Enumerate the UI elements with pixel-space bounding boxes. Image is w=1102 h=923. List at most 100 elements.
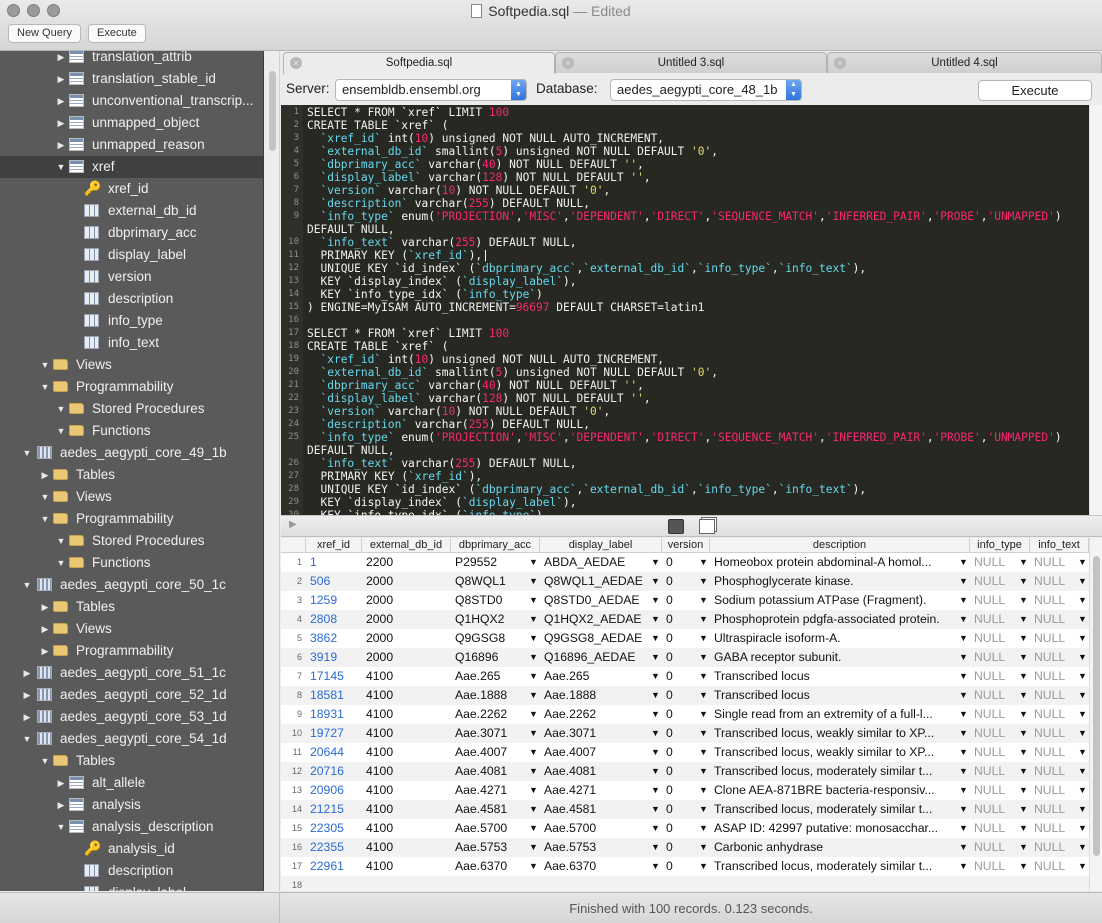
table-row[interactable]: 11 20644 4100 Aae.4007 ▼ Aae.4007 ▼ 0 ▼ Transcrib… (281, 743, 1089, 762)
table-cell[interactable]: 22961 (306, 857, 362, 876)
cell-dropdown-icon[interactable]: ▼ (1078, 553, 1087, 572)
table-cell[interactable]: 0 (662, 629, 698, 648)
table-row[interactable]: 13 20906 4100 Aae.4271 ▼ Aae.4271 ▼ 0 ▼ Clone AEA… (281, 781, 1089, 800)
tree-item[interactable]: version (0, 266, 263, 288)
table-cell[interactable]: NULL (970, 572, 1018, 591)
cell-dropdown-icon[interactable]: ▼ (1078, 762, 1087, 781)
tree-item[interactable]: ▶ Programmability (0, 640, 263, 662)
table-row[interactable]: 17 22961 4100 Aae.6370 ▼ Aae.6370 ▼ 0 ▼ Transcrib… (281, 857, 1089, 876)
sql-editor[interactable]: 1 SELECT * FROM `xref` LIMIT 100 2 CREATE T… (281, 105, 1089, 515)
disclosure-closed-icon[interactable]: ▶ (56, 772, 66, 794)
code-line[interactable]: 19 `xref_id` int(10) unsigned NOT NULL A… (281, 353, 1089, 366)
table-cell[interactable]: 2000 (362, 591, 451, 610)
cell-dropdown-icon[interactable]: ▼ (651, 705, 660, 724)
table-cell[interactable]: NULL (970, 667, 1018, 686)
disclosure-closed-icon[interactable]: ▶ (40, 596, 50, 618)
table-row[interactable]: 18 (281, 876, 1089, 891)
code-line[interactable]: 1 SELECT * FROM `xref` LIMIT 100 (281, 106, 1089, 119)
table-cell[interactable]: 4100 (362, 667, 451, 686)
cell-dropdown-icon[interactable]: ▼ (651, 667, 660, 686)
code-line[interactable]: 2 CREATE TABLE `xref` ( (281, 119, 1089, 132)
cell-dropdown-icon[interactable]: ▼ (651, 819, 660, 838)
tree-item[interactable]: ▼ Views (0, 354, 263, 376)
disclosure-open-icon[interactable]: ▼ (22, 442, 32, 464)
tree-item[interactable]: ▼ Functions (0, 552, 263, 574)
table-cell[interactable] (970, 876, 1018, 891)
table-cell[interactable]: 0 (662, 572, 698, 591)
cell-dropdown-icon[interactable]: ▼ (959, 572, 968, 591)
cell-dropdown-icon[interactable]: ▼ (959, 857, 968, 876)
cell-dropdown-icon[interactable]: ▼ (699, 686, 708, 705)
table-cell[interactable]: Aae.1888 (540, 686, 650, 705)
table-cell[interactable]: NULL (1030, 781, 1077, 800)
tree-item[interactable]: ▼ Programmability (0, 376, 263, 398)
table-cell[interactable]: Sodium potassium ATPase (Fragment). (710, 591, 958, 610)
tree-item[interactable]: info_type (0, 310, 263, 332)
table-cell[interactable]: 4100 (362, 762, 451, 781)
code-line[interactable]: 14 KEY `info_type_idx` (`info_type`) (281, 288, 1089, 301)
table-cell[interactable]: 2200 (362, 553, 451, 572)
table-cell[interactable]: Aae.4081 (540, 762, 650, 781)
cell-dropdown-icon[interactable]: ▼ (699, 838, 708, 857)
new-query-button[interactable]: New Query (8, 24, 82, 43)
tree-item[interactable]: ▼ aedes_aegypti_core_50_1c (0, 574, 263, 596)
tree-item[interactable]: info_text (0, 332, 263, 354)
table-cell[interactable]: 0 (662, 591, 698, 610)
cell-dropdown-icon[interactable]: ▼ (651, 572, 660, 591)
tree-item[interactable]: ▶ Tables (0, 596, 263, 618)
table-cell[interactable] (362, 876, 451, 891)
code-line[interactable]: 3 `xref_id` int(10) unsigned NOT NULL AU… (281, 132, 1089, 145)
table-cell[interactable]: Q9GSG8_AEDAE (540, 629, 650, 648)
table-row[interactable]: 3 1259 2000 Q8STD0 ▼ Q8STD0_AEDAE ▼ 0 ▼ Sodium po… (281, 591, 1089, 610)
table-cell[interactable]: 4100 (362, 724, 451, 743)
disclosure-open-icon[interactable]: ▼ (40, 750, 50, 772)
table-cell[interactable]: NULL (970, 705, 1018, 724)
table-cell[interactable]: NULL (970, 553, 1018, 572)
cell-dropdown-icon[interactable]: ▼ (1019, 667, 1028, 686)
table-cell[interactable]: Aae.4081 (451, 762, 528, 781)
disclosure-closed-icon[interactable]: ▶ (56, 51, 66, 68)
table-cell[interactable]: 0 (662, 743, 698, 762)
code-line[interactable]: 28 UNIQUE KEY `id_index` (`dbprimary_acc… (281, 483, 1089, 496)
code-line[interactable]: 24 `description` varchar(255) DEFAULT NU… (281, 418, 1089, 431)
table-cell[interactable]: NULL (1030, 800, 1077, 819)
cell-dropdown-icon[interactable]: ▼ (1019, 629, 1028, 648)
table-cell[interactable]: 0 (662, 553, 698, 572)
cell-dropdown-icon[interactable]: ▼ (651, 648, 660, 667)
close-tab-icon[interactable]: × (562, 57, 574, 69)
table-cell[interactable]: NULL (970, 629, 1018, 648)
cell-dropdown-icon[interactable]: ▼ (699, 667, 708, 686)
table-cell[interactable]: Aae.6370 (540, 857, 650, 876)
tree-item[interactable]: ▼ Views (0, 486, 263, 508)
table-cell[interactable]: GABA receptor subunit. (710, 648, 958, 667)
copy-icon[interactable] (699, 519, 715, 534)
cell-dropdown-icon[interactable]: ▼ (1078, 857, 1087, 876)
tree-item[interactable]: description (0, 860, 263, 882)
results-scroll-thumb[interactable] (1093, 556, 1100, 856)
tree-item[interactable]: 🔑 analysis_id (0, 838, 263, 860)
cell-dropdown-icon[interactable]: ▼ (651, 781, 660, 800)
cell-dropdown-icon[interactable]: ▼ (529, 648, 538, 667)
disclosure-open-icon[interactable]: ▼ (22, 728, 32, 750)
table-cell[interactable]: 20644 (306, 743, 362, 762)
code-line[interactable]: 6 `display_label` varchar(128) NOT NULL … (281, 171, 1089, 184)
disclosure-closed-icon[interactable]: ▶ (56, 90, 66, 112)
cell-dropdown-icon[interactable]: ▼ (651, 686, 660, 705)
tree-item[interactable]: ▶ translation_stable_id (0, 68, 263, 90)
disclosure-closed-icon[interactable]: ▶ (22, 662, 32, 684)
cell-dropdown-icon[interactable]: ▼ (529, 553, 538, 572)
disclosure-closed-icon[interactable]: ▶ (56, 112, 66, 134)
table-row[interactable]: 4 2808 2000 Q1HQX2 ▼ Q1HQX2_AEDAE ▼ 0 ▼ Phosphopr… (281, 610, 1089, 629)
table-cell[interactable]: Q9GSG8 (451, 629, 528, 648)
tree-item[interactable]: ▼ Tables (0, 750, 263, 772)
table-cell[interactable]: 0 (662, 610, 698, 629)
results-scrollbar[interactable] (1089, 538, 1102, 891)
cell-dropdown-icon[interactable]: ▼ (1019, 762, 1028, 781)
table-cell[interactable]: Q1HQX2 (451, 610, 528, 629)
code-line[interactable]: 7 `version` varchar(10) NOT NULL DEFAULT… (281, 184, 1089, 197)
table-cell[interactable]: Transcribed locus (710, 686, 958, 705)
table-cell[interactable] (451, 876, 528, 891)
cell-dropdown-icon[interactable]: ▼ (1078, 591, 1087, 610)
cell-dropdown-icon[interactable]: ▼ (1019, 705, 1028, 724)
code-line[interactable]: 13 KEY `display_index` (`display_label`)… (281, 275, 1089, 288)
